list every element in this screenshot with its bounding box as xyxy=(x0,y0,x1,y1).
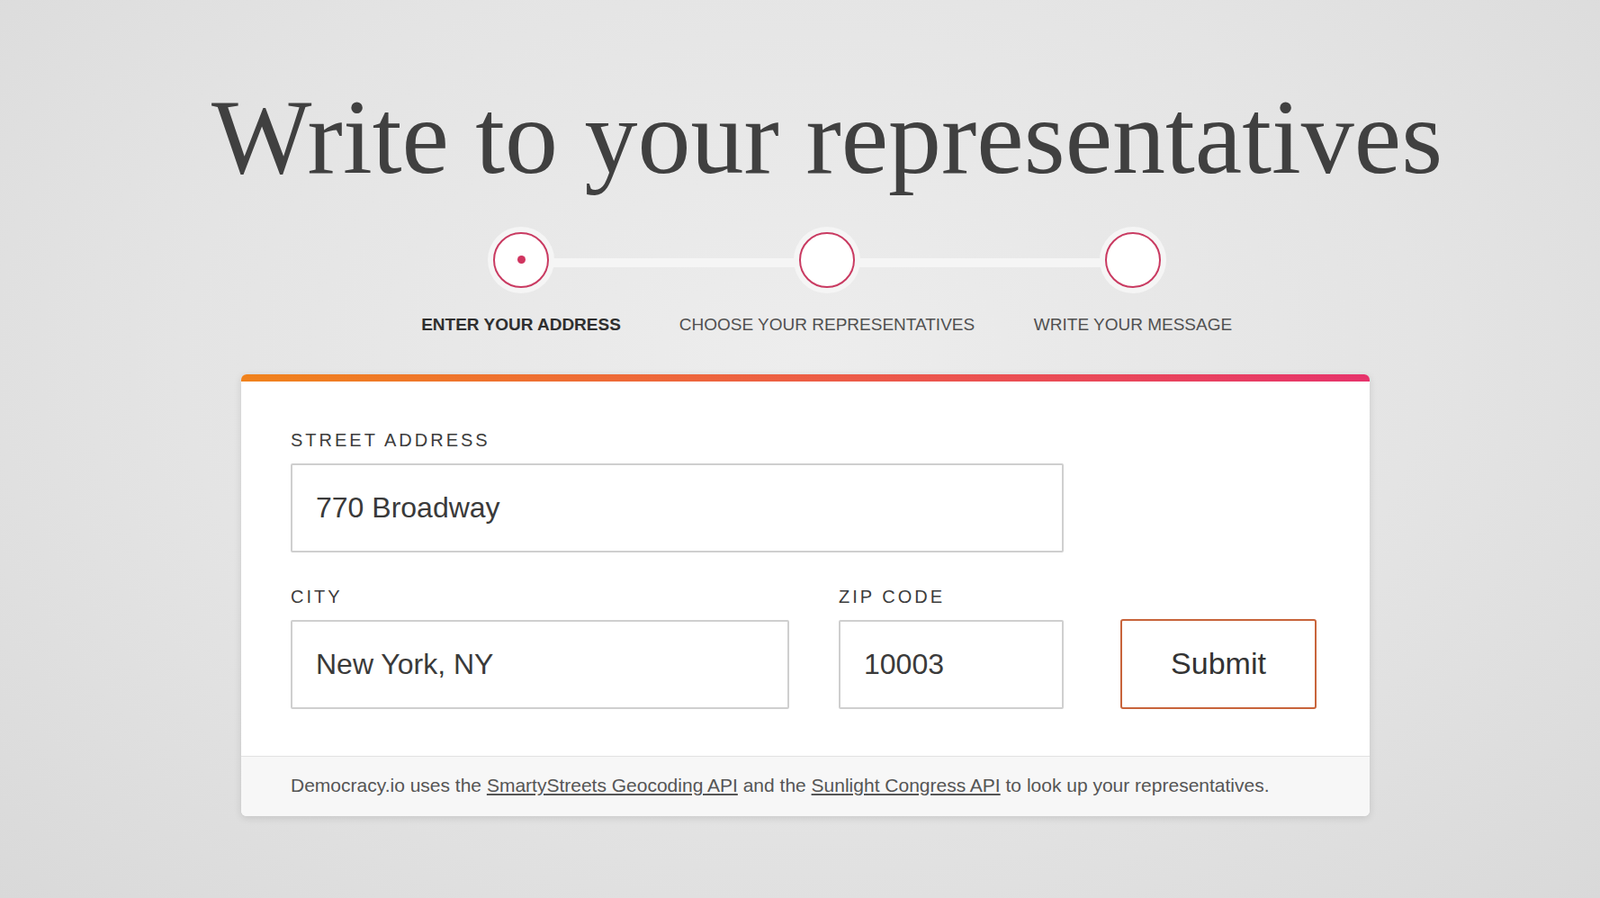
street-label: STREET ADDRESS xyxy=(290,430,1064,451)
step-circle[interactable] xyxy=(799,232,855,288)
zip-label: ZIP CODE xyxy=(838,586,1064,608)
street-input[interactable] xyxy=(290,463,1064,553)
page-title: Write to your representatives xyxy=(157,79,1443,197)
zip-field: ZIP CODE xyxy=(838,586,1064,710)
form-row: CITY ZIP CODE Submit xyxy=(290,586,1321,710)
card-footer: Democracy.io uses the SmartyStreets Geoc… xyxy=(241,755,1370,817)
submit-button[interactable]: Submit xyxy=(1120,619,1317,710)
step[interactable]: ENTER YOUR ADDRESS xyxy=(368,232,675,335)
card-accent-bar xyxy=(241,374,1370,382)
step[interactable]: WRITE YOUR MESSAGE xyxy=(979,232,1286,335)
zip-input[interactable] xyxy=(838,620,1064,710)
footer-text: to look up your representatives. xyxy=(1000,774,1270,796)
step-connector xyxy=(521,258,827,268)
step[interactable]: CHOOSE YOUR REPRESENTATIVES xyxy=(674,232,980,335)
step-circle[interactable] xyxy=(1105,232,1161,288)
address-form: STREET ADDRESS CITY ZIP CODE Submit xyxy=(241,381,1370,756)
city-field: CITY xyxy=(290,586,790,710)
address-card: STREET ADDRESS CITY ZIP CODE Submit Democrac… xyxy=(241,374,1370,817)
step-circle[interactable] xyxy=(493,232,549,288)
city-label: CITY xyxy=(290,586,790,608)
footer-text: and the xyxy=(737,774,812,796)
stepper: ENTER YOUR ADDRESS CHOOSE YOUR REPRESENTA… xyxy=(314,232,1286,335)
step-label: CHOOSE YOUR REPRESENTATIVES xyxy=(679,314,975,335)
step-label: WRITE YOUR MESSAGE xyxy=(1033,314,1232,335)
step-dot xyxy=(517,255,526,264)
form-row: STREET ADDRESS xyxy=(290,430,1321,553)
city-input[interactable] xyxy=(290,620,790,710)
street-field: STREET ADDRESS xyxy=(290,430,1064,553)
step-connector xyxy=(826,258,1133,268)
footer-link[interactable]: SmartyStreets Geocoding API xyxy=(486,774,738,796)
page: Write to your representatives ENTER YOUR … xyxy=(0,0,1600,898)
footer-link[interactable]: Sunlight Congress API xyxy=(811,774,1001,796)
footer-text: Democracy.io uses the xyxy=(290,774,487,796)
step-label: ENTER YOUR ADDRESS xyxy=(421,314,621,335)
